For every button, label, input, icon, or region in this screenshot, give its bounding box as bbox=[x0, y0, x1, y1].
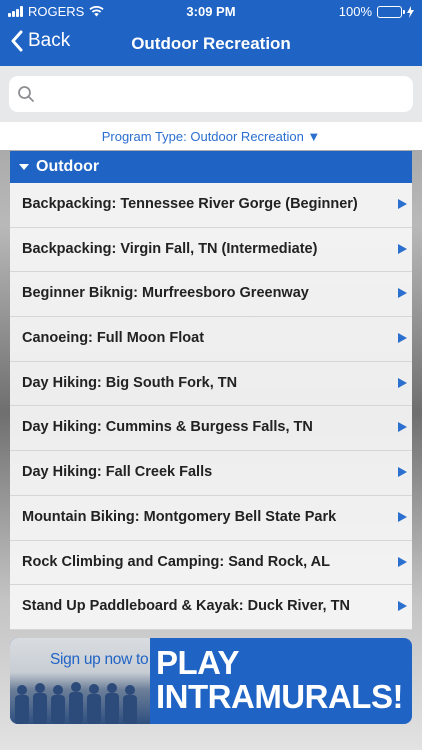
status-bar: ROGERS 3:09 PM 100% bbox=[0, 0, 422, 22]
list-item[interactable]: Rock Climbing and Camping: Sand Rock, AL bbox=[10, 541, 412, 586]
list-item-label: Day Hiking: Cummins & Burgess Falls, TN bbox=[22, 419, 313, 436]
play-arrow-icon bbox=[398, 288, 407, 299]
search-icon bbox=[18, 86, 34, 102]
play-arrow-icon bbox=[398, 243, 407, 254]
play-arrow-icon bbox=[398, 467, 407, 478]
play-arrow-icon bbox=[398, 199, 407, 209]
banner-subtitle: Sign up now to bbox=[50, 651, 149, 668]
program-type-filter[interactable]: Program Type: Outdoor Recreation ▼ bbox=[0, 122, 422, 150]
navigation-bar: Back Outdoor Recreation bbox=[0, 24, 422, 64]
list-item[interactable]: Canoeing: Full Moon Float bbox=[10, 317, 412, 362]
list-item-label: Stand Up Paddleboard & Kayak: Duck River… bbox=[22, 598, 350, 615]
play-arrow-icon bbox=[398, 511, 407, 522]
status-right: 100% bbox=[339, 4, 414, 19]
search-field[interactable] bbox=[9, 76, 413, 112]
play-arrow-icon bbox=[398, 422, 407, 433]
list-item[interactable]: Day Hiking: Cummins & Burgess Falls, TN bbox=[10, 406, 412, 452]
list-item[interactable]: Stand Up Paddleboard & Kayak: Duck River… bbox=[10, 585, 412, 630]
list-item[interactable]: Day Hiking: Big South Fork, TN bbox=[10, 362, 412, 407]
play-arrow-icon bbox=[398, 601, 407, 612]
list-item[interactable]: Mountain Biking: Montgomery Bell State P… bbox=[10, 496, 412, 541]
list-item-label: Backpacking: Tennessee River Gorge (Begi… bbox=[22, 196, 358, 212]
battery-percent: 100% bbox=[338, 4, 372, 19]
battery-icon bbox=[377, 5, 405, 18]
list-item-label: Canoeing: Full Moon Float bbox=[22, 330, 205, 347]
banner-headline: PLAY INTRAMURALS! bbox=[156, 646, 403, 714]
play-arrow-icon bbox=[398, 556, 407, 567]
list-item[interactable]: Beginner Biknig: Murfreesboro Greenway bbox=[10, 272, 412, 318]
section-header-outdoor[interactable]: Outdoor bbox=[10, 151, 412, 183]
play-arrow-icon bbox=[398, 377, 407, 388]
list-item[interactable]: Backpacking: Virgin Fall, TN (Intermedia… bbox=[10, 228, 412, 273]
intramurals-banner[interactable]: Sign up now to PLAY INTRAMURALS! bbox=[10, 638, 412, 724]
list-item-label: Beginner Biknig: Murfreesboro Greenway bbox=[22, 285, 309, 302]
program-list: Backpacking: Tennessee River Gorge (Begi… bbox=[10, 183, 412, 630]
banner-line-1: PLAY bbox=[156, 644, 239, 681]
list-item-label: Backpacking: Virgin Fall, TN (Intermedia… bbox=[22, 240, 318, 257]
charging-icon bbox=[407, 5, 414, 18]
list-item-label: Rock Climbing and Camping: Sand Rock, AL bbox=[22, 553, 331, 570]
section-label: Outdoor bbox=[36, 158, 100, 175]
list-item[interactable]: Backpacking: Tennessee River Gorge (Begi… bbox=[10, 183, 412, 228]
banner-line-2: INTRAMURALS! bbox=[156, 678, 403, 715]
list-item-label: Day Hiking: Fall Creek Falls bbox=[22, 464, 213, 481]
search-input[interactable] bbox=[43, 82, 403, 106]
caret-down-icon bbox=[19, 164, 29, 170]
search-bar bbox=[0, 66, 422, 122]
play-arrow-icon bbox=[398, 333, 407, 344]
team-photo-figures bbox=[15, 682, 137, 724]
list-item-label: Mountain Biking: Montgomery Bell State P… bbox=[22, 508, 337, 525]
top-bar: ROGERS 3:09 PM 100% Back Outdoor Recreat… bbox=[0, 0, 422, 66]
page-title: Outdoor Recreation bbox=[131, 34, 291, 53]
list-item[interactable]: Day Hiking: Fall Creek Falls bbox=[10, 451, 412, 496]
list-item-label: Day Hiking: Big South Fork, TN bbox=[22, 374, 238, 391]
